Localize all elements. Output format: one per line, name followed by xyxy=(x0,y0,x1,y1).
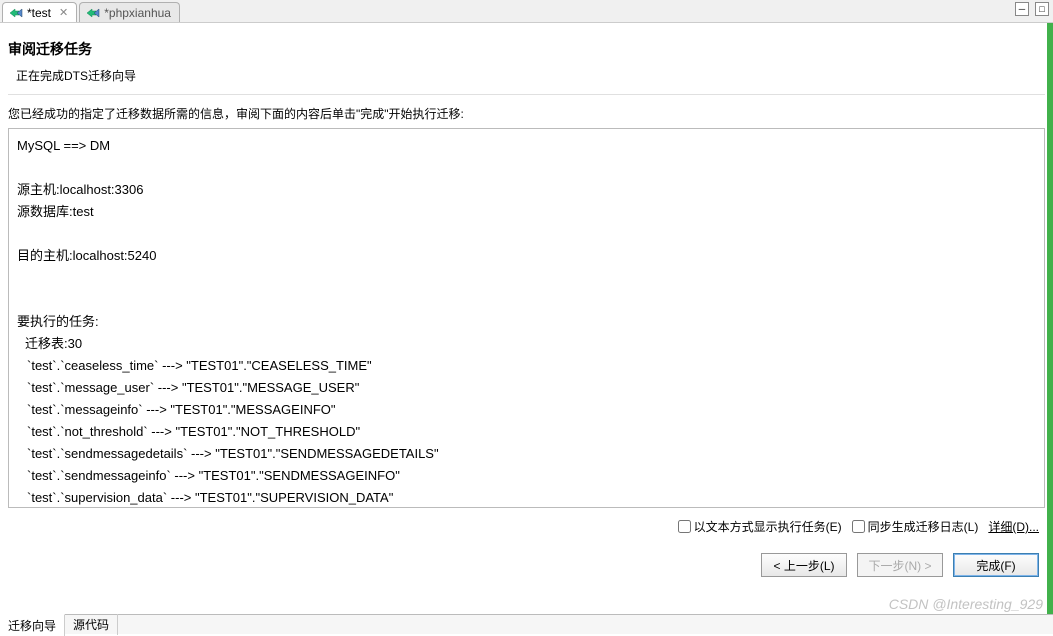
source-host-line: 源主机:localhost:3306 xyxy=(17,179,1036,201)
checkbox-sync-log-input[interactable] xyxy=(852,520,865,533)
task-line: `test`.`not_threshold` ---> "TEST01"."NO… xyxy=(17,421,1036,443)
review-scroll[interactable]: MySQL ==> DM 源主机:localhost:3306 源数据库:tes… xyxy=(9,129,1044,507)
task-line: `test`.`message_user` ---> "TEST01"."MES… xyxy=(17,377,1036,399)
migration-icon xyxy=(86,6,100,20)
checkbox-text-mode[interactable]: 以文本方式显示执行任务(E) xyxy=(678,518,842,535)
bottom-tab-wizard[interactable]: 迁移向导 xyxy=(0,614,65,636)
next-button: 下一步(N) > xyxy=(857,553,943,577)
page-title: 审阅迁移任务 xyxy=(8,35,1045,67)
finish-button[interactable]: 完成(F) xyxy=(953,553,1039,577)
task-line: `test`.`sendmessagedetails` ---> "TEST01… xyxy=(17,443,1036,465)
maximize-icon[interactable]: □ xyxy=(1035,2,1049,16)
tab-label: *test xyxy=(27,6,51,20)
bottom-tab-source[interactable]: 源代码 xyxy=(65,614,118,635)
page-subtitle: 正在完成DTS迁移向导 xyxy=(8,67,1045,94)
task-line: `test`.`messageinfo` ---> "TEST01"."MESS… xyxy=(17,399,1036,421)
close-icon[interactable]: ✕ xyxy=(59,6,68,19)
checkbox-text-mode-input[interactable] xyxy=(678,520,691,533)
migrate-tables-line: 迁移表:30 xyxy=(17,333,1036,355)
source-db-line: 源数据库:test xyxy=(17,201,1036,223)
tab-phpxianhua[interactable]: *phpxianhua xyxy=(79,2,180,22)
tasks-header: 要执行的任务: xyxy=(17,311,1036,333)
details-button[interactable]: 详细(D)... xyxy=(988,518,1039,535)
instruction-text: 您已经成功的指定了迁移数据所需的信息，审阅下面的内容后单击"完成"开始执行迁移: xyxy=(8,94,1045,128)
wizard-buttons: < 上一步(L) 下一步(N) > 完成(F) xyxy=(8,553,1045,589)
checkbox-sync-log[interactable]: 同步生成迁移日志(L) xyxy=(852,518,979,535)
watermark: CSDN @Interesting_929 xyxy=(889,596,1043,612)
bottom-tab-bar: 迁移向导 源代码 xyxy=(0,614,1053,634)
task-line: `test`.`supervision_data` ---> "TEST01".… xyxy=(17,487,1036,507)
window-controls: ─ □ xyxy=(1015,2,1049,16)
wizard-content: 审阅迁移任务 正在完成DTS迁移向导 您已经成功的指定了迁移数据所需的信息，审阅… xyxy=(0,23,1053,589)
tab-test[interactable]: *test ✕ xyxy=(2,2,77,22)
minimize-icon[interactable]: ─ xyxy=(1015,2,1029,16)
editor-tab-bar: *test ✕ *phpxianhua ─ □ xyxy=(0,0,1053,23)
task-line: `test`.`sendmessageinfo` ---> "TEST01"."… xyxy=(17,465,1036,487)
direction-line: MySQL ==> DM xyxy=(17,135,1036,157)
tab-label: *phpxianhua xyxy=(104,6,171,20)
right-edge-strip xyxy=(1047,23,1053,614)
review-panel: MySQL ==> DM 源主机:localhost:3306 源数据库:tes… xyxy=(8,128,1045,508)
back-button[interactable]: < 上一步(L) xyxy=(761,553,847,577)
task-line: `test`.`ceaseless_time` ---> "TEST01"."C… xyxy=(17,355,1036,377)
dest-host-line: 目的主机:localhost:5240 xyxy=(17,245,1036,267)
task-lines-container: `test`.`ceaseless_time` ---> "TEST01"."C… xyxy=(17,355,1036,507)
options-row: 以文本方式显示执行任务(E) 同步生成迁移日志(L) 详细(D)... xyxy=(8,508,1045,553)
migration-icon xyxy=(9,6,23,20)
